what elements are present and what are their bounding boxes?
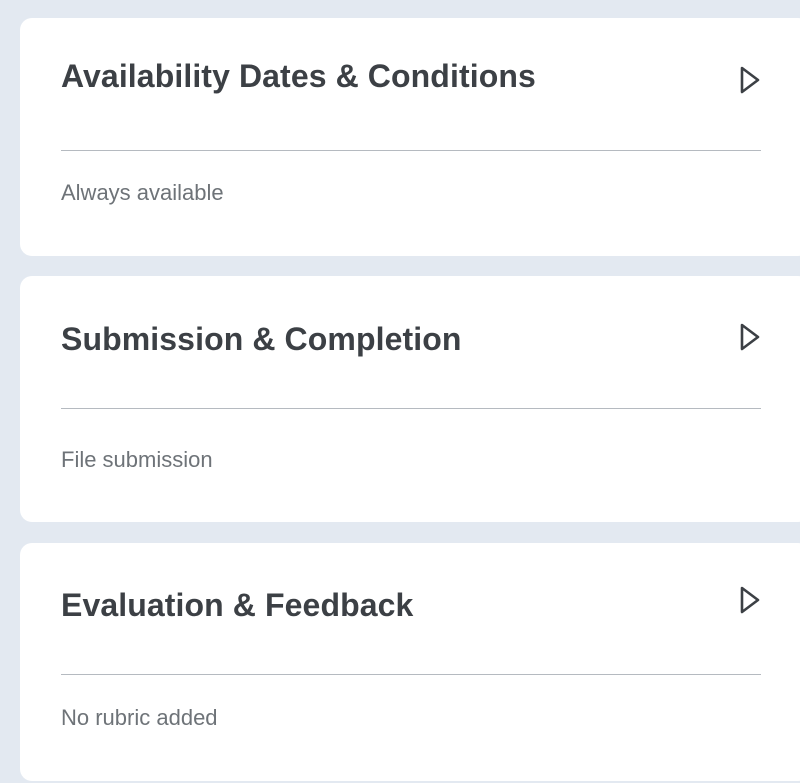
evaluation-panel: Evaluation & Feedback No rubric added (20, 543, 800, 781)
chevron-right-icon[interactable] (739, 65, 761, 95)
availability-panel-divider (61, 150, 761, 151)
submission-panel: Submission & Completion File submission (20, 276, 800, 522)
availability-panel-header[interactable]: Availability Dates & Conditions (61, 18, 761, 153)
evaluation-panel-divider (61, 674, 761, 675)
availability-panel-title: Availability Dates & Conditions (61, 58, 536, 94)
chevron-right-icon[interactable] (739, 585, 761, 615)
submission-panel-header[interactable]: Submission & Completion (61, 276, 761, 409)
submission-panel-title: Submission & Completion (61, 321, 462, 357)
evaluation-panel-header[interactable]: Evaluation & Feedback (61, 543, 761, 675)
submission-panel-summary: File submission (61, 447, 213, 472)
evaluation-panel-summary: No rubric added (61, 705, 218, 730)
chevron-right-icon[interactable] (739, 322, 761, 352)
submission-panel-divider (61, 408, 761, 409)
availability-panel: Availability Dates & Conditions Always a… (20, 18, 800, 256)
evaluation-panel-title: Evaluation & Feedback (61, 587, 414, 623)
availability-panel-summary: Always available (61, 180, 224, 205)
